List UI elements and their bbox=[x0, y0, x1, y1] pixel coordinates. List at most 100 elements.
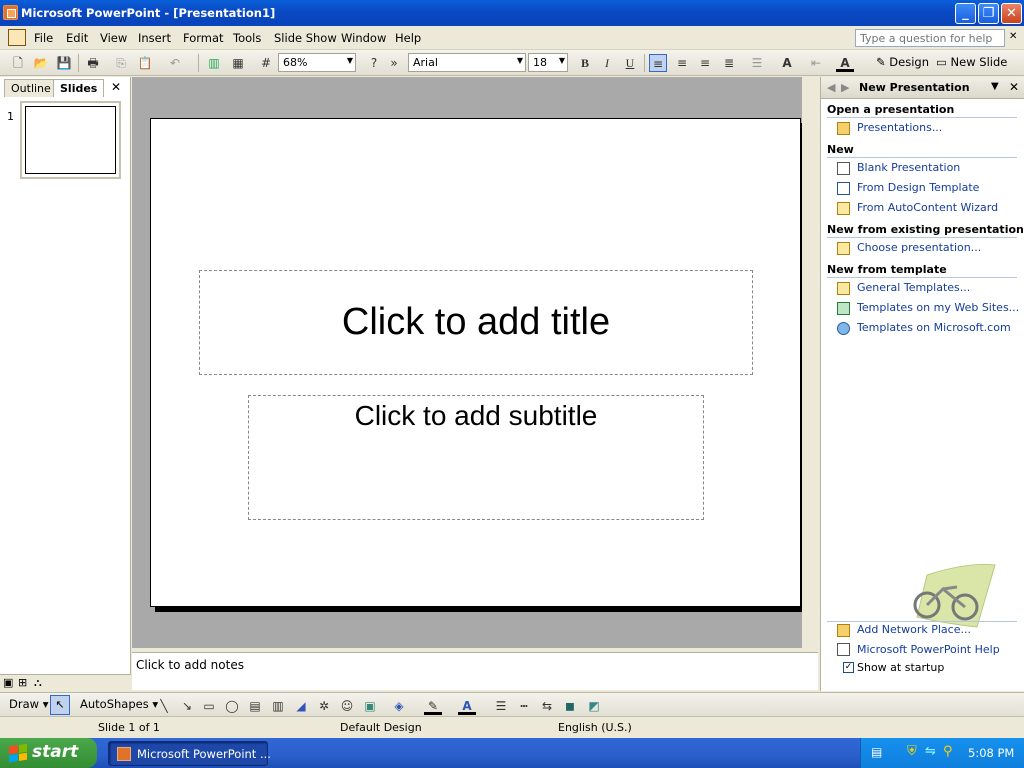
print-icon[interactable]: 🖶 bbox=[84, 54, 102, 72]
title-placeholder[interactable]: Click to add title bbox=[199, 270, 753, 375]
menu-file[interactable]: File bbox=[34, 31, 53, 45]
forward-icon[interactable]: ▶ bbox=[841, 81, 849, 94]
task-pane-menu-icon[interactable]: ▼ bbox=[991, 81, 999, 92]
line-icon[interactable]: ╲ bbox=[155, 697, 173, 715]
taskbar-button-powerpoint[interactable]: Microsoft PowerPoint ... bbox=[108, 741, 271, 766]
justify-icon[interactable]: ≣ bbox=[720, 54, 738, 72]
link-general-templates[interactable]: General Templates... bbox=[857, 281, 970, 294]
underline-button[interactable]: U bbox=[621, 54, 639, 72]
link-choose-presentation[interactable]: Choose presentation... bbox=[857, 241, 981, 254]
menu-edit[interactable]: Edit bbox=[66, 31, 88, 45]
network-folder-icon bbox=[837, 624, 850, 637]
show-at-startup-checkbox[interactable]: ✓ bbox=[843, 662, 854, 673]
start-button[interactable]: start bbox=[0, 738, 97, 768]
link-presentations[interactable]: Presentations... bbox=[857, 121, 942, 134]
3d-style-icon[interactable]: ◩ bbox=[585, 697, 603, 715]
increase-font-icon[interactable]: A bbox=[778, 54, 796, 72]
help-icon[interactable]: ? bbox=[365, 54, 383, 72]
draw-menu-button[interactable]: Draw ▾ bbox=[9, 697, 48, 711]
normal-view-icon[interactable]: ▣ bbox=[3, 676, 13, 689]
link-templates-web-sites[interactable]: Templates on my Web Sites... bbox=[857, 301, 1019, 314]
toolbar-options-icon[interactable]: » bbox=[385, 54, 403, 72]
insert-chart-icon[interactable]: ▥ bbox=[269, 697, 287, 715]
new-icon[interactable]: 🗋 bbox=[9, 54, 27, 72]
close-button[interactable]: ✕ bbox=[1001, 3, 1022, 24]
insert-chart-icon[interactable]: ▥ bbox=[205, 54, 223, 72]
vertical-scrollbar[interactable] bbox=[802, 77, 818, 648]
autoshapes-button[interactable]: AutoShapes ▾ bbox=[80, 697, 158, 711]
slide-sorter-icon[interactable]: ⊞ bbox=[18, 676, 27, 689]
undo-icon[interactable]: ↶ bbox=[166, 54, 184, 72]
align-right-icon[interactable]: ≡ bbox=[696, 54, 714, 72]
font-select[interactable]: Arial ▼ bbox=[408, 53, 526, 72]
insert-table-icon[interactable]: ▦ bbox=[229, 54, 247, 72]
align-center-icon[interactable]: ≡ bbox=[673, 54, 691, 72]
clip-art-icon[interactable]: ☺ bbox=[338, 697, 356, 715]
fill-color-icon[interactable]: ◈ bbox=[390, 697, 408, 715]
search-icon[interactable]: ⚲ bbox=[943, 744, 953, 759]
menu-format[interactable]: Format bbox=[183, 31, 224, 45]
save-icon[interactable]: 💾 bbox=[55, 54, 73, 72]
menu-slide-show[interactable]: Slide Show bbox=[274, 31, 337, 45]
design-button[interactable]: ✎ Design bbox=[876, 55, 929, 69]
arrow-style-icon[interactable]: ⇆ bbox=[538, 697, 556, 715]
menu-help[interactable]: Help bbox=[395, 31, 421, 45]
shadow-style-icon[interactable]: ◼ bbox=[561, 697, 579, 715]
subtitle-placeholder[interactable]: Click to add subtitle bbox=[248, 395, 704, 520]
menu-insert[interactable]: Insert bbox=[138, 31, 171, 45]
link-blank-presentation[interactable]: Blank Presentation bbox=[857, 161, 960, 174]
document-icon[interactable] bbox=[8, 29, 26, 46]
select-pointer-icon[interactable]: ↖ bbox=[50, 695, 70, 715]
new-slide-button[interactable]: ▭ New Slide bbox=[936, 55, 1007, 69]
align-left-icon[interactable]: ≡ bbox=[649, 54, 667, 72]
tab-outline[interactable]: Outline bbox=[4, 79, 58, 97]
oval-icon[interactable]: ◯ bbox=[223, 697, 241, 715]
picture-icon[interactable]: ▣ bbox=[361, 697, 379, 715]
zoom-select[interactable]: 68% ▼ bbox=[278, 53, 356, 72]
rectangle-icon[interactable]: ▭ bbox=[200, 697, 218, 715]
line-style-icon[interactable]: ☰ bbox=[492, 697, 510, 715]
tab-slides[interactable]: Slides bbox=[53, 79, 105, 97]
link-autocontent-wizard[interactable]: From AutoContent Wizard bbox=[857, 201, 998, 214]
open-icon[interactable]: 📂 bbox=[32, 54, 50, 72]
network-icon[interactable]: ⇋ bbox=[925, 744, 936, 759]
link-powerpoint-help[interactable]: Microsoft PowerPoint Help bbox=[857, 643, 1000, 656]
link-from-design-template[interactable]: From Design Template bbox=[857, 181, 979, 194]
font-color-icon[interactable]: A bbox=[458, 697, 476, 715]
autoshapes-label: AutoShapes bbox=[80, 697, 149, 711]
close-panel-icon[interactable]: ✕ bbox=[111, 80, 121, 94]
indent-icon[interactable]: ⇤ bbox=[807, 54, 825, 72]
wordart-icon[interactable]: ◢ bbox=[292, 697, 310, 715]
keyboard-icon[interactable]: ▤ bbox=[871, 745, 882, 759]
back-icon[interactable]: ◀ bbox=[827, 81, 835, 94]
diagram-icon[interactable]: ✲ bbox=[315, 697, 333, 715]
close-task-pane-icon[interactable]: ✕ bbox=[1009, 80, 1019, 94]
arrow-icon[interactable]: ↘ bbox=[178, 697, 196, 715]
restore-button[interactable]: ❐ bbox=[978, 3, 999, 24]
menu-window[interactable]: Window bbox=[341, 31, 386, 45]
link-add-network-place[interactable]: Add Network Place... bbox=[857, 623, 971, 636]
menu-view[interactable]: View bbox=[100, 31, 127, 45]
bullets-icon[interactable]: ☰ bbox=[748, 54, 766, 72]
security-shield-icon[interactable]: ⛨ bbox=[907, 744, 917, 759]
link-templates-microsoft[interactable]: Templates on Microsoft.com bbox=[857, 321, 1011, 334]
dash-style-icon[interactable]: ┅ bbox=[515, 697, 533, 715]
font-color-icon[interactable]: A bbox=[836, 54, 854, 72]
powerpoint-app-icon[interactable] bbox=[3, 5, 18, 20]
slide-thumbnail[interactable] bbox=[20, 101, 121, 179]
line-color-icon[interactable]: ✎ bbox=[424, 697, 442, 715]
minimize-button[interactable]: _ bbox=[955, 3, 976, 24]
font-size-select[interactable]: 18 ▼ bbox=[528, 53, 568, 72]
text-box-icon[interactable]: ▤ bbox=[246, 697, 264, 715]
show-grid-icon[interactable]: # bbox=[257, 54, 275, 72]
paste-icon[interactable]: 📋 bbox=[136, 54, 154, 72]
slide-canvas[interactable]: Click to add title Click to add subtitle bbox=[150, 118, 801, 607]
notes-pane[interactable]: Click to add notes bbox=[132, 652, 818, 690]
slide-show-icon[interactable]: ⛬ bbox=[34, 676, 42, 690]
help-search-input[interactable] bbox=[855, 29, 1005, 47]
close-document-icon[interactable]: ✕ bbox=[1009, 31, 1017, 42]
italic-button[interactable]: I bbox=[598, 54, 616, 72]
bold-button[interactable]: B bbox=[576, 54, 594, 72]
copy-icon[interactable]: ⎘ bbox=[112, 54, 130, 72]
menu-tools[interactable]: Tools bbox=[233, 31, 261, 45]
